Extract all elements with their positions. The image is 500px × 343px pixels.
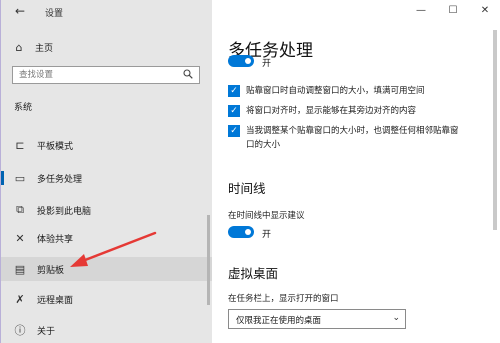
sidebar-item-multitasking[interactable]: ▭ 多任务处理 <box>1 167 212 189</box>
back-arrow-icon: ← <box>14 4 26 18</box>
snap-toggle-state: 开 <box>262 59 272 69</box>
toggle-knob <box>245 229 251 235</box>
toggle-knob <box>245 58 251 64</box>
home-label: 主页 <box>35 43 54 54</box>
checkbox[interactable]: ✓ <box>228 85 240 97</box>
checkbox-label: 将窗口对齐时，显示能够在其旁边对齐的内容 <box>246 106 417 116</box>
checkmark-icon: ✓ <box>230 126 238 136</box>
sidebar-item-projecting[interactable]: ⧉ 投影到此电脑 <box>1 199 212 221</box>
close-button[interactable]: ✕ <box>469 0 500 22</box>
dropdown-value: 仅限我正在使用的桌面 <box>236 316 322 326</box>
taskbar-windows-dropdown[interactable]: 仅限我正在使用的桌面 ⌄ <box>228 309 406 329</box>
sidebar-item-label: 剪贴板 <box>37 265 65 276</box>
content-pane: — ☐ ✕ 多任务处理 开 ✓ 贴靠窗口时自动调整窗口的大小，填满可用空间 ✓ … <box>212 0 500 343</box>
search-icon[interactable] <box>183 69 193 79</box>
search-input[interactable] <box>13 67 185 83</box>
maximize-icon: ☐ <box>448 5 458 16</box>
back-button[interactable]: ← <box>13 4 27 18</box>
sidebar-item-label: 平板模式 <box>37 141 74 152</box>
remote-desktop-icon: ✗ <box>15 292 25 306</box>
virtual-desktops-section-title: 虚拟桌面 <box>228 266 279 281</box>
home-icon: ⌂ <box>15 40 23 54</box>
checkbox-row[interactable]: ✓ 贴靠窗口时自动调整窗口的大小，填满可用空间 <box>228 84 476 98</box>
timeline-suggestions-toggle[interactable] <box>228 226 254 238</box>
clipboard-icon: ▤ <box>14 262 26 276</box>
sidebar: ← 设置 ⌂ 主页 系统 ⊏ 平板模式 ▭ 多任务处理 ⧉ 投影到 <box>1 0 212 343</box>
checkmark-icon: ✓ <box>230 106 238 116</box>
checkbox[interactable]: ✓ <box>228 125 240 137</box>
sidebar-item-label: 投影到此电脑 <box>37 206 92 217</box>
checkbox-label: 当我调整某个贴靠窗口的大小时，也调整任何相邻贴靠窗口的大小 <box>246 126 459 150</box>
sidebar-item-label: 多任务处理 <box>37 174 83 185</box>
minimize-button[interactable]: — <box>405 0 437 22</box>
tablet-icon: ⊏ <box>15 138 25 152</box>
multitasking-icon: ▭ <box>14 171 26 185</box>
content-scrollbar[interactable] <box>493 30 497 230</box>
checkbox-row[interactable]: ✓ 当我调整某个贴靠窗口的大小时，也调整任何相邻贴靠窗口的大小 <box>228 124 461 152</box>
home-link[interactable]: ⌂ 主页 <box>13 40 54 54</box>
sidebar-item-clipboard[interactable]: ▤ 剪贴板 <box>1 257 212 281</box>
window-title: 设置 <box>45 9 64 19</box>
shared-experiences-icon: ✕ <box>15 231 25 245</box>
section-label-system: 系统 <box>14 103 33 113</box>
sidebar-item-label: 体验共享 <box>37 234 74 245</box>
timeline-section-title: 时间线 <box>228 181 266 196</box>
minimize-icon: — <box>416 5 426 16</box>
sidebar-item-label: 关于 <box>37 326 56 337</box>
sidebar-item-shared-experiences[interactable]: ✕ 体验共享 <box>1 227 212 249</box>
sidebar-titlebar: ← 设置 <box>1 0 212 22</box>
sidebar-scrollbar[interactable] <box>207 215 210 305</box>
settings-window: ← 设置 ⌂ 主页 系统 ⊏ 平板模式 ▭ 多任务处理 ⧉ 投影到 <box>0 0 500 343</box>
maximize-button[interactable]: ☐ <box>437 0 469 22</box>
close-icon: ✕ <box>480 5 490 16</box>
timeline-toggle-state: 开 <box>262 230 272 240</box>
chevron-down-icon: ⌄ <box>392 313 400 323</box>
snap-windows-toggle[interactable] <box>228 55 254 67</box>
sidebar-item-tablet-mode[interactable]: ⊏ 平板模式 <box>1 134 212 156</box>
watermark-logo <box>410 320 493 338</box>
active-indicator <box>1 171 4 185</box>
window-controls: — ☐ ✕ <box>405 0 500 22</box>
sidebar-item-about[interactable]: ⓘ 关于 <box>1 319 212 341</box>
timeline-suggestions-label: 在时间线中显示建议 <box>228 211 305 221</box>
checkbox-label: 贴靠窗口时自动调整窗口的大小，填满可用空间 <box>246 86 425 96</box>
projecting-icon: ⧉ <box>16 203 24 216</box>
checkmark-icon: ✓ <box>230 86 238 96</box>
sidebar-item-remote-desktop[interactable]: ✗ 远程桌面 <box>1 288 212 310</box>
taskbar-windows-label: 在任务栏上，显示打开的窗口 <box>228 294 339 304</box>
sidebar-item-label: 远程桌面 <box>37 295 74 306</box>
info-icon: ⓘ <box>14 324 26 337</box>
checkbox[interactable]: ✓ <box>228 105 240 117</box>
search-box[interactable] <box>12 66 200 84</box>
checkbox-row[interactable]: ✓ 将窗口对齐时，显示能够在其旁边对齐的内容 <box>228 104 476 118</box>
